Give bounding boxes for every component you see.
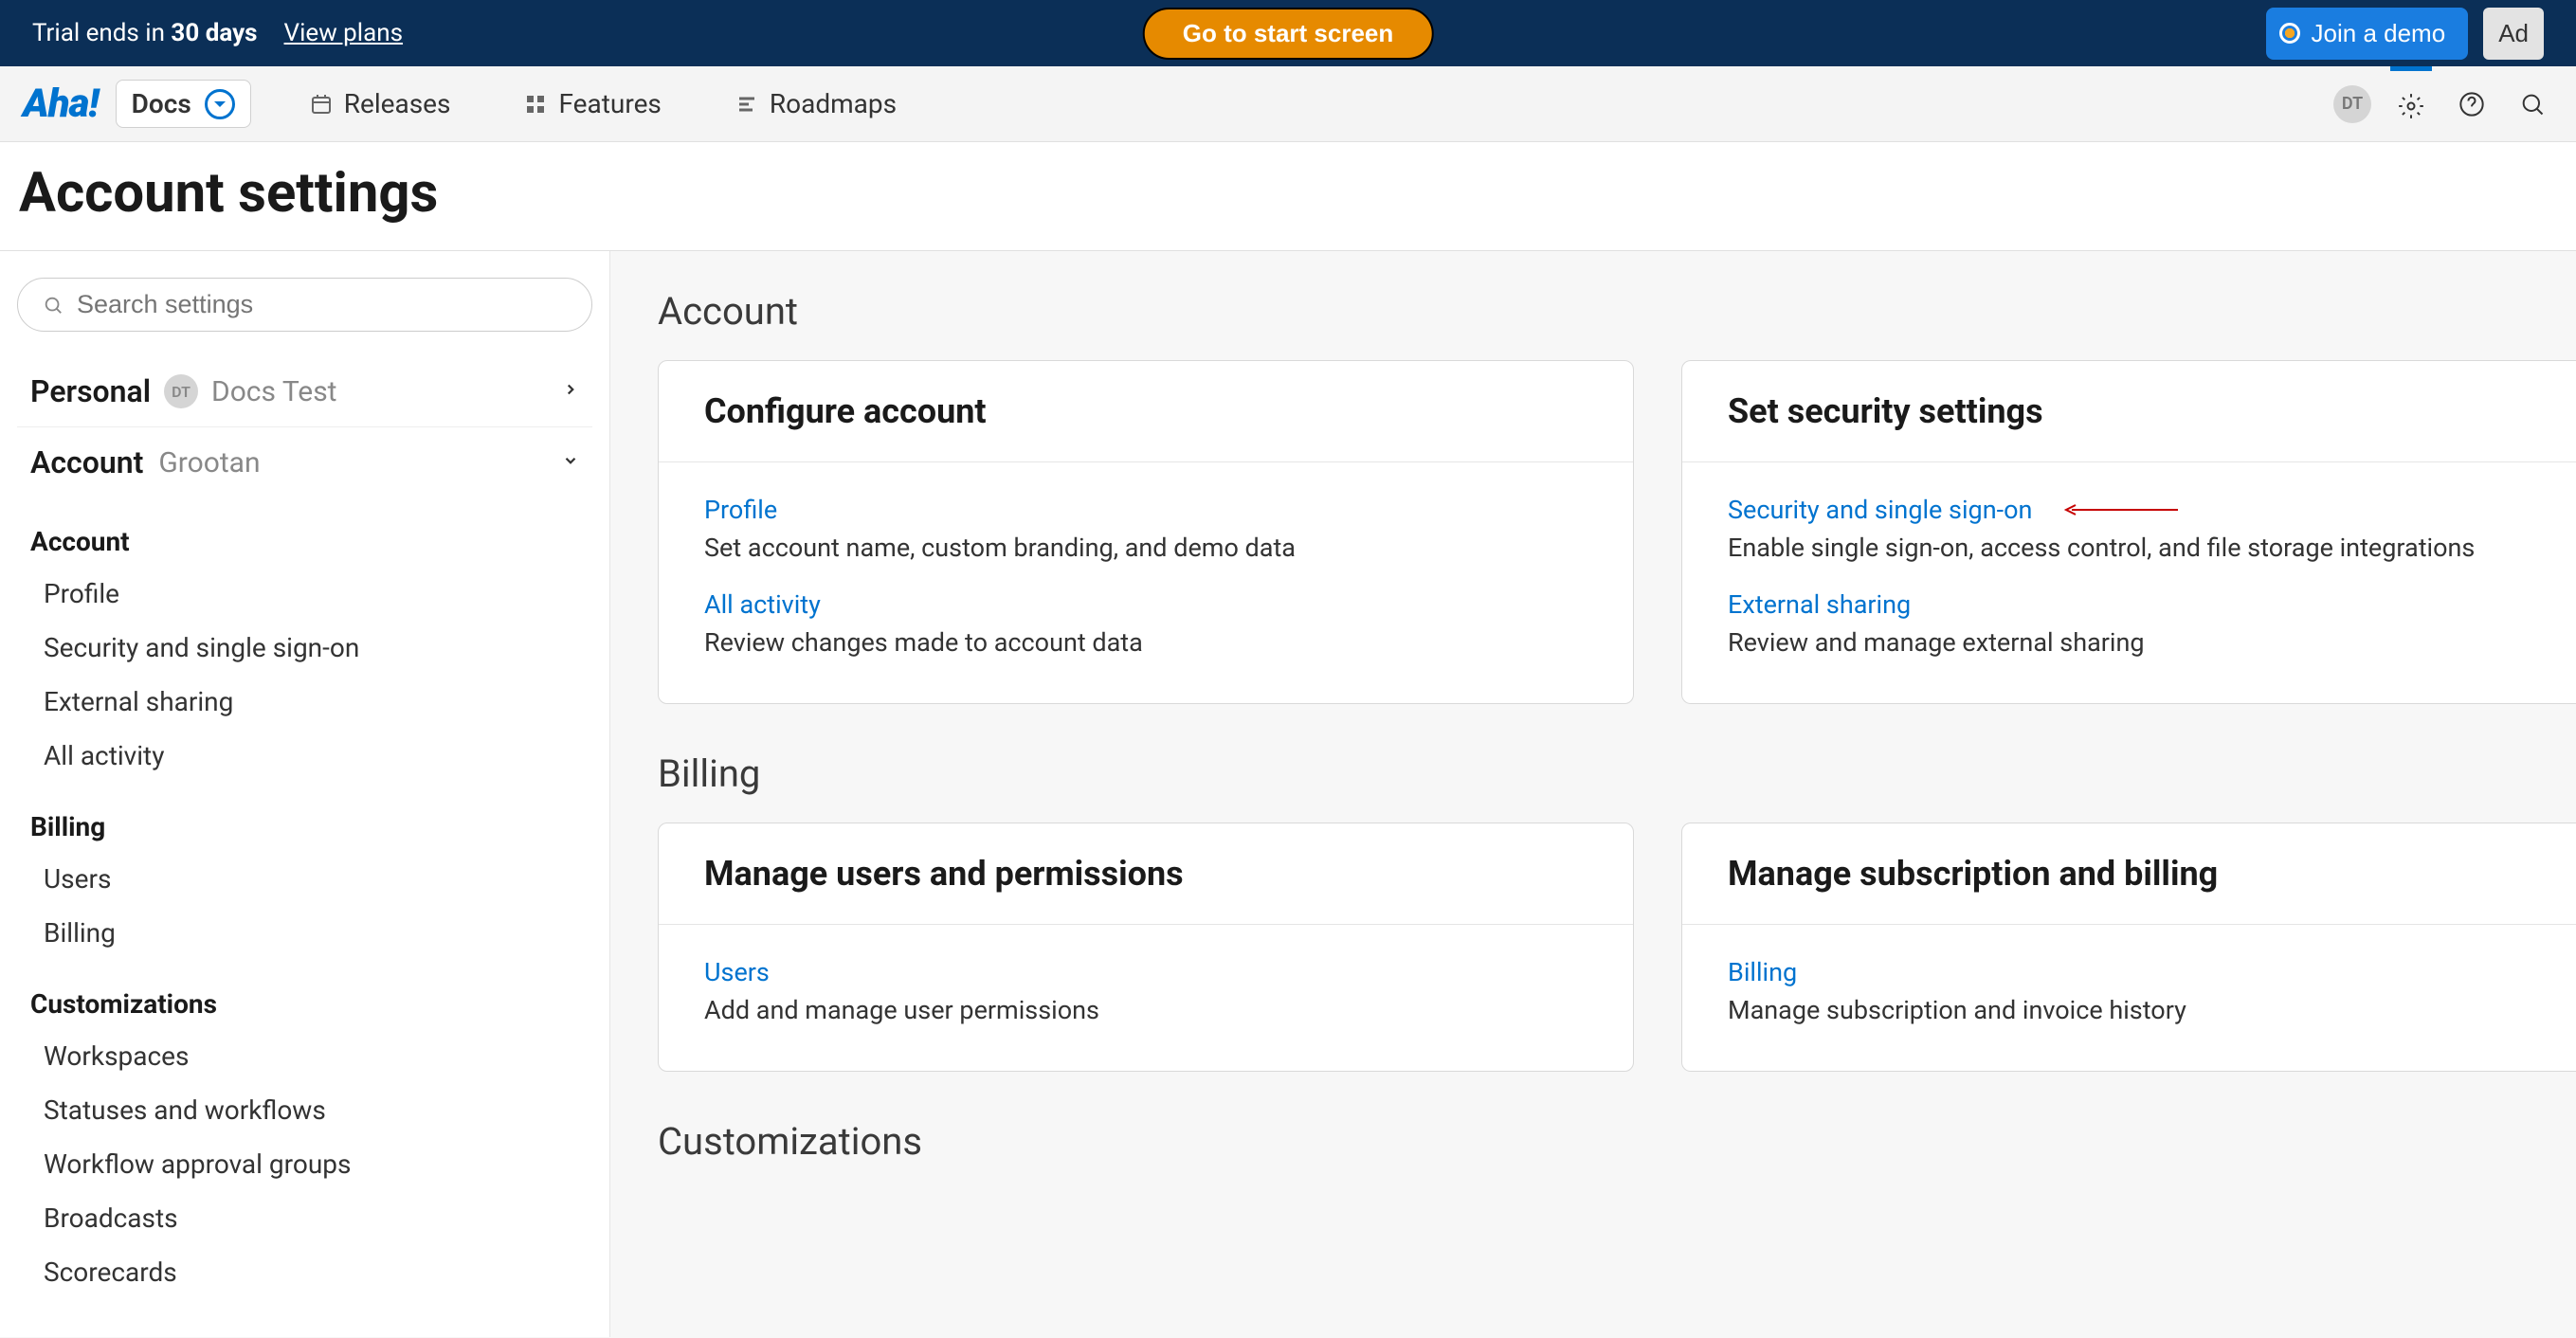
chevron-down-icon	[562, 452, 579, 473]
settings-card: Manage users and permissions Users Add and…	[658, 823, 1634, 1072]
view-plans-link[interactable]: View plans	[284, 19, 404, 47]
search-input[interactable]	[77, 290, 567, 319]
scope-label: Account	[30, 444, 143, 480]
card-link[interactable]: All activity	[704, 589, 1587, 620]
help-button[interactable]	[2451, 83, 2493, 125]
go-to-start-screen-button[interactable]: Go to start screen	[1143, 8, 1434, 60]
page-title-bar: Account settings	[0, 142, 2576, 251]
nav-features[interactable]: Features	[509, 79, 676, 129]
search-icon	[43, 295, 63, 316]
product-switcher[interactable]: Docs	[116, 80, 251, 128]
section-heading: Billing	[658, 751, 2529, 796]
calendar-icon	[310, 93, 333, 116]
card-desc: Manage subscription and invoice history	[1728, 995, 2576, 1025]
card-desc: Enable single sign-on, access control, a…	[1728, 533, 2576, 563]
trial-banner: Trial ends in 30 days View plans Go to s…	[0, 0, 2576, 66]
sidebar-group-head: Account	[17, 497, 592, 567]
help-icon	[2458, 91, 2485, 118]
scope-label: Personal	[30, 373, 151, 409]
join-demo-button[interactable]: Join a demo	[2266, 8, 2469, 60]
chevron-down-icon	[205, 89, 235, 119]
trial-text: Trial ends in 30 days	[32, 19, 258, 47]
topbar: Aha! Docs Releases Features Roadmaps DT	[0, 66, 2576, 142]
scope-account[interactable]: Account Grootan	[17, 427, 592, 497]
sidebar-item[interactable]: Broadcasts	[17, 1191, 592, 1245]
sidebar-item[interactable]: All activity	[17, 729, 592, 783]
arrow-annotation-icon	[2064, 503, 2178, 516]
card-desc: Add and manage user permissions	[704, 995, 1587, 1025]
section-heading: Customizations	[658, 1119, 2529, 1164]
search-settings[interactable]	[17, 278, 592, 332]
sidebar-group-head: Billing	[17, 783, 592, 852]
card-title: Set security settings	[1682, 361, 2576, 462]
sidebar-group-head: Customizations	[17, 960, 592, 1029]
sidebar: Personal DT Docs Test Account Grootan Ac…	[0, 251, 610, 1337]
settings-card: Set security settings Security and single…	[1681, 360, 2576, 704]
card-link[interactable]: Profile	[704, 495, 1587, 525]
settings-button[interactable]	[2390, 66, 2432, 142]
card-desc: Review and manage external sharing	[1728, 627, 2576, 658]
sidebar-item[interactable]: Profile	[17, 567, 592, 621]
scope-sub: Grootan	[158, 446, 260, 479]
sidebar-item[interactable]: Security and single sign-on	[17, 621, 592, 675]
card-link[interactable]: Users	[704, 957, 1587, 987]
add-button[interactable]: Ad	[2483, 8, 2544, 60]
page-title: Account settings	[19, 161, 2557, 226]
chevron-right-icon	[562, 381, 579, 402]
sidebar-item[interactable]: Users	[17, 852, 592, 906]
scope-personal[interactable]: Personal DT Docs Test	[17, 356, 592, 427]
settings-card: Manage subscription and billing Billing Ma…	[1681, 823, 2576, 1072]
record-icon	[2279, 23, 2300, 44]
card-desc: Review changes made to account data	[704, 627, 1587, 658]
sidebar-item[interactable]: External sharing	[17, 675, 592, 729]
nav-roadmaps[interactable]: Roadmaps	[720, 79, 912, 129]
sidebar-item[interactable]: Workflow approval groups	[17, 1137, 592, 1191]
sidebar-item[interactable]: Billing	[17, 906, 592, 960]
grid-icon	[524, 93, 547, 116]
avatar[interactable]: DT	[2333, 85, 2371, 123]
card-link[interactable]: External sharing	[1728, 589, 2576, 620]
card-title: Configure account	[659, 361, 1633, 462]
nav-releases[interactable]: Releases	[295, 79, 466, 129]
roadmap-icon	[735, 93, 758, 116]
card-title: Manage users and permissions	[659, 823, 1633, 925]
scope-sub: Docs Test	[211, 375, 337, 408]
sidebar-item[interactable]: Statuses and workflows	[17, 1083, 592, 1137]
settings-card: Configure account Profile Set account name…	[658, 360, 1634, 704]
sidebar-item[interactable]: Workspaces	[17, 1029, 592, 1083]
logo[interactable]: Aha!	[23, 81, 99, 127]
main-content: Account Configure account Profile Set accou…	[610, 251, 2576, 1337]
card-title: Manage subscription and billing	[1682, 823, 2576, 925]
sidebar-item[interactable]: Scorecards	[17, 1245, 592, 1299]
card-desc: Set account name, custom branding, and d…	[704, 533, 1587, 563]
gear-icon	[2398, 93, 2424, 119]
section-heading: Account	[658, 289, 2529, 334]
card-link[interactable]: Security and single sign-on	[1728, 495, 2576, 525]
search-button[interactable]	[2512, 83, 2553, 125]
avatar: DT	[164, 374, 198, 408]
search-icon	[2519, 91, 2546, 118]
card-link[interactable]: Billing	[1728, 957, 2576, 987]
